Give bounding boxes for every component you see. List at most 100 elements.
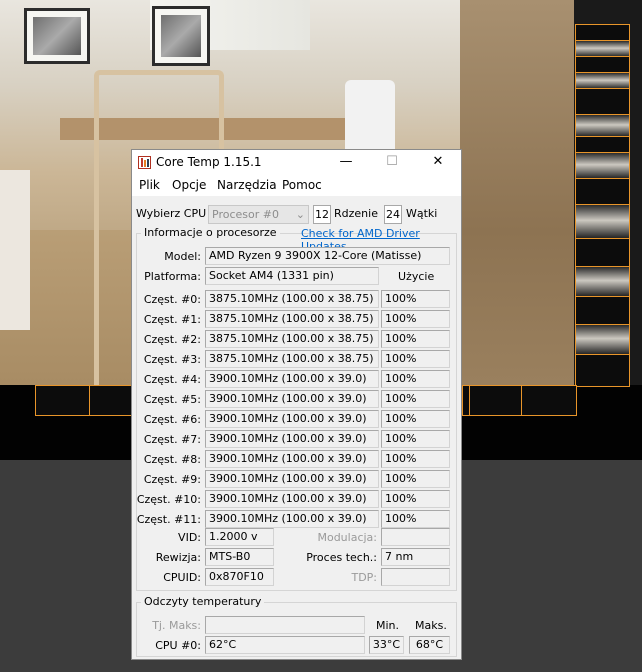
freq-value: 3900.10MHz (100.00 x 39.0): [205, 470, 379, 488]
max-header: Maks.: [415, 619, 447, 632]
freq-value: 3900.10MHz (100.00 x 39.0): [205, 510, 379, 528]
freq-value: 3900.10MHz (100.00 x 39.0): [205, 430, 379, 448]
core-temp-icon: [138, 156, 151, 169]
min-header: Min.: [376, 619, 400, 632]
taskbar-thumbnail[interactable]: [575, 266, 630, 298]
cpuid-field: 0x870F10: [205, 568, 274, 586]
usage-value: 100%: [381, 430, 450, 448]
picture-frame: [152, 6, 210, 66]
cpu0-min-field: 33°C: [369, 636, 404, 654]
menu-narzedzia[interactable]: Narzędzia: [217, 178, 277, 192]
freq-label: Częst. #8:: [143, 453, 201, 466]
cpuid-label: CPUID:: [163, 571, 201, 584]
vid-label: VID:: [178, 531, 201, 544]
tjmax-label: Tj. Maks:: [152, 619, 201, 632]
freq-label: Częst. #10:: [136, 493, 201, 506]
taskbar-thumbnail[interactable]: [575, 114, 630, 138]
revision-label: Rewizja:: [155, 551, 201, 564]
freq-value: 3875.10MHz (100.00 x 38.75): [205, 310, 379, 328]
select-cpu-label: Wybierz CPU: [136, 207, 207, 220]
cpu0-temp-label: CPU #0:: [155, 639, 201, 652]
usage-header: Użycie: [398, 270, 435, 283]
modulation-field: [381, 528, 450, 546]
taskbar-thumbnail[interactable]: [575, 238, 630, 268]
door-frame: [460, 0, 580, 385]
freq-label: Częst. #11:: [136, 513, 201, 526]
usage-value: 100%: [381, 290, 450, 308]
usage-value: 100%: [381, 390, 450, 408]
temperature-title: Odczyty temperatury: [141, 595, 265, 608]
process-field: 7 nm: [381, 548, 450, 566]
usage-value: 100%: [381, 310, 450, 328]
taskbar-thumbnail[interactable]: [575, 152, 630, 180]
usage-value: 100%: [381, 330, 450, 348]
taskbar-thumbnail[interactable]: [575, 88, 630, 116]
freq-label: Częst. #2:: [143, 333, 201, 346]
freq-label: Częst. #9:: [143, 473, 201, 486]
cpu0-temp-field: 62°C: [205, 636, 365, 654]
taskbar-thumbnail[interactable]: [521, 385, 577, 416]
modulation-label: Modulacja:: [317, 531, 377, 544]
tjmax-field: [205, 616, 365, 634]
vid-field: 1.2000 v: [205, 528, 274, 546]
minimize-button[interactable]: —: [323, 150, 369, 174]
usage-value: 100%: [381, 510, 450, 528]
chair: [0, 170, 30, 330]
taskbar-thumbnail[interactable]: [575, 324, 630, 356]
freq-label: Częst. #4:: [143, 373, 201, 386]
taskbar-thumbnail[interactable]: [575, 178, 630, 206]
usage-value: 100%: [381, 350, 450, 368]
chair: [345, 80, 395, 160]
taskbar-thumbnail[interactable]: [575, 354, 630, 387]
tdp-field: [381, 568, 450, 586]
chevron-down-icon: ⌄: [295, 208, 305, 221]
core-temp-window: Core Temp 1.15.1 — ☐ ✕ Plik Opcje Narzęd…: [131, 149, 462, 660]
freq-value: 3900.10MHz (100.00 x 39.0): [205, 410, 379, 428]
maximize-button[interactable]: ☐: [369, 150, 415, 174]
taskbar-thumbnail[interactable]: [89, 385, 135, 416]
cpu-dropdown-value: Procesor #0: [212, 208, 279, 221]
threads-label: Wątki: [406, 207, 438, 220]
cpu0-max-field: 68°C: [409, 636, 450, 654]
taskbar-thumbnail[interactable]: [575, 204, 630, 240]
usage-value: 100%: [381, 450, 450, 468]
freq-label: Częst. #5:: [143, 393, 201, 406]
taskbar-thumbnail[interactable]: [35, 385, 91, 416]
freq-value: 3900.10MHz (100.00 x 39.0): [205, 490, 379, 508]
cores-count: 12: [313, 205, 331, 224]
title-bar[interactable]: Core Temp 1.15.1 — ☐ ✕: [132, 150, 461, 174]
platform-label: Platforma:: [144, 270, 201, 283]
freq-label: Częst. #1:: [143, 313, 201, 326]
usage-value: 100%: [381, 470, 450, 488]
usage-value: 100%: [381, 370, 450, 388]
processor-info-title: Informacje o procesorze: [141, 226, 280, 239]
menu-bar: Plik Opcje Narzędzia Pomoc: [132, 174, 461, 196]
freq-value: 3900.10MHz (100.00 x 39.0): [205, 450, 379, 468]
picture-frame: [24, 8, 90, 64]
taskbar-thumbnail[interactable]: [469, 385, 523, 416]
menu-pomoc[interactable]: Pomoc: [282, 178, 322, 192]
window-title: Core Temp 1.15.1: [156, 155, 262, 169]
freq-label: Częst. #0:: [143, 293, 201, 306]
freq-label: Częst. #7:: [143, 433, 201, 446]
model-field: AMD Ryzen 9 3900X 12-Core (Matisse): [205, 247, 450, 265]
usage-value: 100%: [381, 490, 450, 508]
cores-label: Rdzenie: [334, 207, 378, 220]
freq-label: Częst. #6:: [143, 413, 201, 426]
threads-count: 24: [384, 205, 402, 224]
usage-value: 100%: [381, 410, 450, 428]
menu-plik[interactable]: Plik: [139, 178, 160, 192]
cpu-dropdown[interactable]: Procesor #0 ⌄: [208, 205, 309, 224]
freq-value: 3900.10MHz (100.00 x 39.0): [205, 390, 379, 408]
tdp-label: TDP:: [351, 571, 377, 584]
model-label: Model:: [164, 250, 201, 263]
freq-label: Częst. #3:: [143, 353, 201, 366]
taskbar-thumbnail[interactable]: [575, 296, 630, 326]
freq-value: 3875.10MHz (100.00 x 38.75): [205, 350, 379, 368]
process-label: Proces tech.:: [306, 551, 377, 564]
close-button[interactable]: ✕: [415, 150, 461, 174]
revision-field: MTS-B0: [205, 548, 274, 566]
platform-field: Socket AM4 (1331 pin): [205, 267, 379, 285]
menu-opcje[interactable]: Opcje: [172, 178, 206, 192]
freq-value: 3900.10MHz (100.00 x 39.0): [205, 370, 379, 388]
